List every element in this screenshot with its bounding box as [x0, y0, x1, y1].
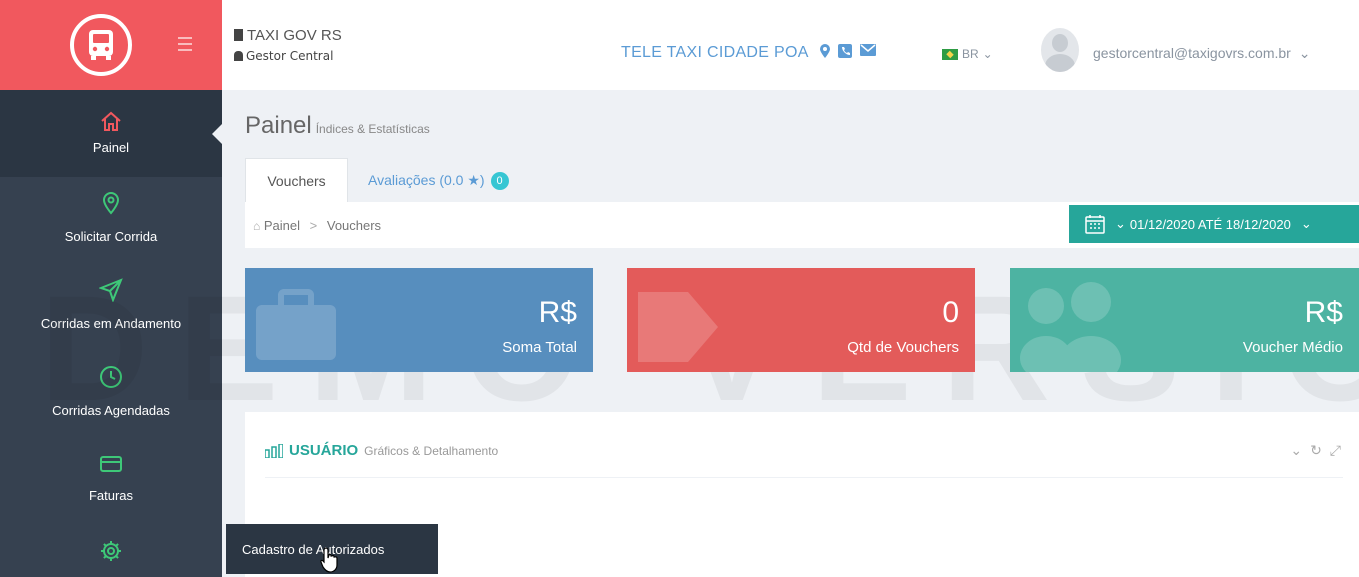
sidebar-item-corridas-andamento[interactable]: Corridas em Andamento — [0, 264, 222, 351]
map-pin-icon — [102, 192, 120, 215]
top-header: TAXI GOV RS Gestor Central TELE TAXI CID… — [222, 0, 1359, 90]
home-icon: ⌂ — [253, 219, 261, 233]
map-marker-icon[interactable] — [820, 44, 830, 58]
language-selector[interactable]: BR ⌄ — [942, 47, 993, 61]
reload-icon[interactable]: ↻ — [1310, 442, 1322, 459]
portlet-tools: ⌄ ↻ ⤢ — [1290, 442, 1341, 459]
credit-card-icon — [100, 456, 122, 472]
sidebar-item-label: Faturas — [88, 488, 134, 503]
tab-avaliacoes[interactable]: Avaliações (0.0 ★) 0 — [368, 158, 509, 202]
breadcrumb-current: Vouchers — [326, 218, 382, 233]
sidebar: Painel Solicitar Corrida Corridas em And… — [0, 0, 222, 577]
date-range-picker[interactable]: ⌄ 01/12/2020 ATÉ 18/12/2020 ⌄ — [1069, 205, 1359, 243]
page-title: Painel Índices & Estatísticas — [245, 112, 430, 139]
app-title: TAXI GOV RS — [234, 27, 342, 44]
briefcase-icon — [256, 289, 336, 360]
building-icon — [234, 29, 243, 41]
brazil-flag-icon — [942, 48, 958, 60]
sidebar-item-label: Painel — [92, 140, 130, 155]
stat-label: Qtd de Vouchers — [847, 339, 959, 356]
collapse-icon[interactable]: ⌄ — [1290, 442, 1302, 459]
breadcrumb: ⌂ Painel > Vouchers — [253, 218, 381, 233]
users-icon — [1020, 282, 1121, 372]
user-menu[interactable]: gestorcentral@taxigovrs.com.br ⌄ — [1093, 45, 1310, 62]
envelope-icon[interactable] — [860, 44, 876, 56]
contact-name: TELE TAXI CIDADE POA — [621, 44, 809, 61]
chevron-down-icon: ⌄ — [1115, 216, 1126, 231]
gear-icon — [101, 541, 121, 561]
send-icon — [99, 278, 123, 302]
stat-value: R$ — [1304, 296, 1343, 329]
active-indicator — [212, 124, 222, 144]
breadcrumb-home-link[interactable]: Painel — [264, 218, 300, 233]
sidebar-item-label: Corridas Agendadas — [52, 403, 170, 418]
sidebar-item-corridas-agendadas[interactable]: Corridas Agendadas — [0, 351, 222, 438]
sidebar-item-faturas[interactable]: Faturas — [0, 438, 222, 525]
phone-icon[interactable] — [838, 44, 852, 58]
menu-toggle-icon[interactable] — [178, 37, 192, 51]
user-icon — [234, 51, 243, 61]
app-subtitle: Gestor Central — [234, 49, 333, 63]
bar-chart-icon — [265, 443, 283, 458]
count-badge: 0 — [490, 172, 509, 191]
stat-label: Voucher Médio — [1242, 339, 1343, 356]
portlet-title: USUÁRIO Gráficos & Detalhamento — [265, 442, 498, 459]
page-subtitle: Índices & Estatísticas — [315, 122, 430, 136]
taxi-logo-icon[interactable] — [70, 14, 132, 76]
date-range-label: 01/12/2020 ATÉ 18/12/2020 — [1129, 216, 1291, 232]
stat-value: 0 — [942, 296, 959, 329]
chevron-down-icon: ⌄ — [1298, 45, 1311, 61]
chevron-down-icon: ⌄ — [1300, 216, 1312, 231]
stat-label: Soma Total — [502, 339, 577, 356]
contact-icons — [820, 44, 876, 58]
divider — [265, 477, 1343, 478]
calendar-icon — [1085, 215, 1105, 234]
portlet-subtitle: Gráficos & Detalhamento — [364, 443, 499, 458]
hand-cursor-icon — [320, 547, 338, 573]
chevron-down-icon: ⌄ — [982, 47, 993, 61]
brand-header — [0, 0, 222, 90]
sidebar-item-settings[interactable] — [0, 525, 222, 577]
breadcrumb-separator: > — [309, 218, 318, 233]
fullscreen-icon[interactable]: ⤢ — [1330, 442, 1341, 459]
tag-icon — [638, 292, 718, 362]
tab-vouchers[interactable]: Vouchers — [245, 158, 348, 202]
avatar[interactable] — [1041, 28, 1079, 72]
sidebar-item-painel[interactable]: Painel — [0, 90, 222, 177]
clock-icon — [100, 366, 122, 388]
sidebar-item-label: Solicitar Corrida — [64, 229, 158, 244]
sidebar-item-solicitar-corrida[interactable]: Solicitar Corrida — [0, 177, 222, 264]
stat-card-soma-total[interactable]: R$ Soma Total — [245, 268, 593, 372]
sidebar-item-label: Corridas em Andamento — [40, 316, 182, 331]
stat-card-voucher-medio[interactable]: R$ Voucher Médio — [1010, 268, 1359, 372]
stat-card-qtd-vouchers[interactable]: 0 Qtd de Vouchers — [627, 268, 975, 372]
home-icon — [101, 111, 121, 131]
stat-value: R$ — [538, 296, 577, 329]
breadcrumb-bar: ⌂ Painel > Vouchers ⌄ 01/12/2020 ATÉ 18/… — [245, 202, 1359, 248]
